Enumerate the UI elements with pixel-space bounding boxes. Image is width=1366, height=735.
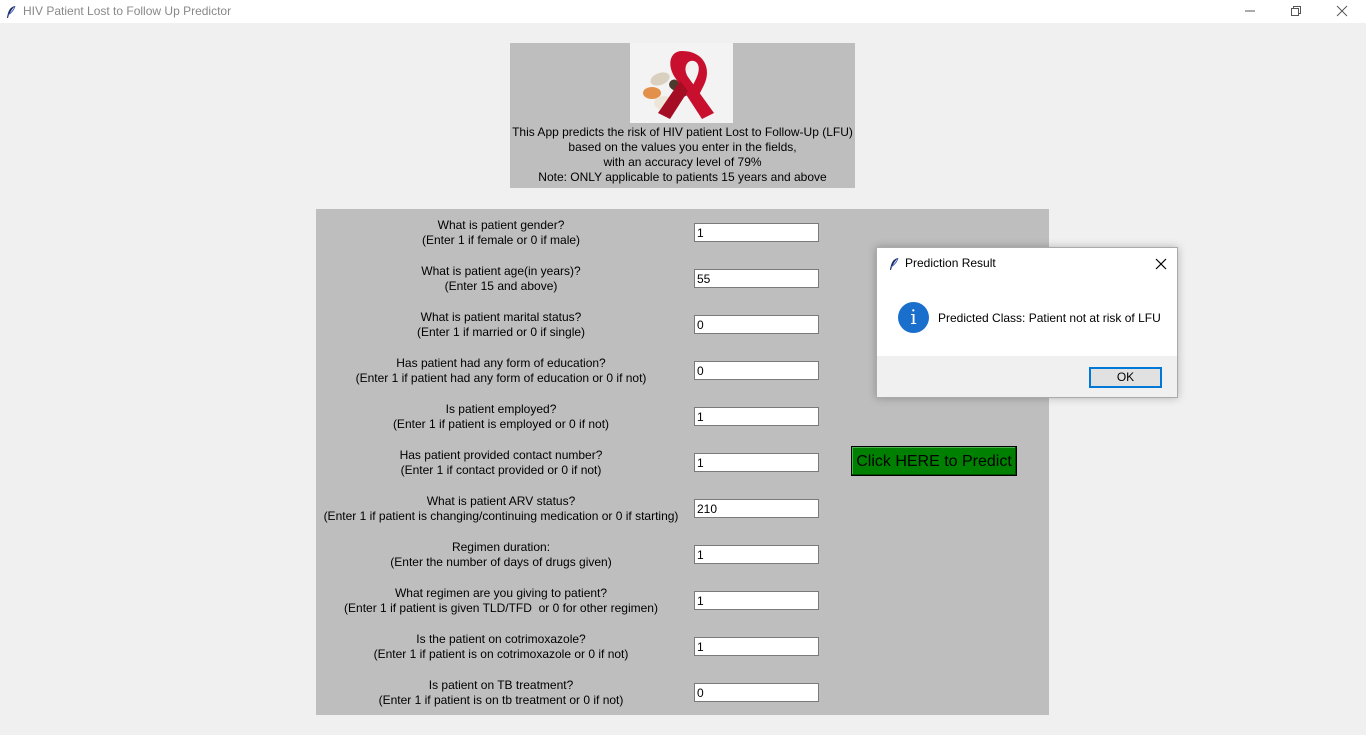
gender-input[interactable] — [694, 223, 819, 242]
question-education-label: Has patient had any form of education? (… — [316, 356, 686, 386]
ok-button[interactable]: OK — [1089, 367, 1162, 388]
regimen-input[interactable] — [694, 591, 819, 610]
regimen-duration-input[interactable] — [694, 545, 819, 564]
minimize-icon — [1245, 10, 1255, 12]
question-cotrimoxazole-label: Is the patient on cotrimoxazole? (Enter … — [316, 632, 686, 662]
question-hint: (Enter 1 if female or 0 if male) — [421, 233, 581, 247]
question-age-label: What is patient age(in years)? (Enter 15… — [316, 264, 686, 294]
arv-status-input[interactable] — [694, 499, 819, 518]
dialog-title: Prediction Result — [905, 256, 996, 270]
question-text: What regimen are you giving to patient? — [394, 586, 608, 600]
question-text: What is patient marital status? — [420, 310, 582, 324]
hiv-ribbon-pills-image — [630, 43, 733, 123]
restore-button[interactable] — [1273, 0, 1319, 23]
predict-button[interactable]: Click HERE to Predict — [851, 446, 1017, 476]
dialog-message: Predicted Class: Patient not at risk of … — [938, 311, 1161, 325]
age-input[interactable] — [694, 269, 819, 288]
header-line: Note: ONLY applicable to patients 15 yea… — [538, 170, 827, 184]
question-hint: (Enter 1 if patient is changing/continui… — [323, 509, 679, 523]
education-input[interactable] — [694, 361, 819, 380]
tb-treatment-input[interactable] — [694, 683, 819, 702]
question-marital-label: What is patient marital status? (Enter 1… — [316, 310, 686, 340]
question-text: Is patient on TB treatment? — [428, 678, 574, 692]
question-hint: (Enter 1 if patient is on tb treatment o… — [378, 693, 624, 707]
question-contact-label: Has patient provided contact number? (En… — [316, 448, 686, 478]
question-hint: (Enter 1 if married or 0 if single) — [416, 325, 586, 339]
question-hint: (Enter 15 and above) — [444, 279, 558, 293]
cotrimoxazole-input[interactable] — [694, 637, 819, 656]
question-hint: (Enter 1 if patient is on cotrimoxazole … — [373, 647, 629, 661]
header-line: based on the values you enter in the fie… — [568, 140, 797, 154]
question-hint: (Enter 1 if contact provided or 0 if not… — [400, 463, 602, 477]
dialog-close-button[interactable] — [1154, 256, 1168, 270]
window-title: HIV Patient Lost to Follow Up Predictor — [23, 4, 232, 18]
info-icon: i — [898, 302, 929, 333]
close-icon — [1155, 258, 1167, 270]
question-hint: (Enter 1 if patient is employed or 0 if … — [392, 417, 610, 431]
question-text: Has patient had any form of education? — [396, 356, 606, 370]
question-tb-label: Is patient on TB treatment? (Enter 1 if … — [316, 678, 686, 708]
restore-icon — [1291, 6, 1301, 16]
header-line: with an accuracy level of 79% — [603, 155, 762, 169]
prediction-result-dialog: Prediction Result i Predicted Class: Pat… — [876, 247, 1178, 398]
question-arv-label: What is patient ARV status? (Enter 1 if … — [316, 494, 686, 524]
marital-status-input[interactable] — [694, 315, 819, 334]
close-button[interactable] — [1319, 0, 1365, 23]
question-text: What is patient age(in years)? — [421, 264, 581, 278]
question-text: What is patient ARV status? — [426, 494, 576, 508]
question-text: What is patient gender? — [437, 218, 565, 232]
window-titlebar: HIV Patient Lost to Follow Up Predictor — [0, 0, 1366, 23]
question-hint: (Enter 1 if patient had any form of educ… — [355, 371, 647, 385]
header-panel: This App predicts the risk of HIV patien… — [510, 43, 855, 188]
feather-icon — [5, 4, 17, 23]
question-text: Has patient provided contact number? — [399, 448, 603, 462]
question-regimen-label: What regimen are you giving to patient? … — [316, 586, 686, 616]
close-icon — [1336, 5, 1348, 17]
question-hint: (Enter 1 if patient is given TLD/TFD or … — [344, 601, 658, 615]
header-description: This App predicts the risk of HIV patien… — [510, 125, 855, 185]
minimize-button[interactable] — [1227, 0, 1273, 23]
question-gender-label: What is patient gender? (Enter 1 if fema… — [316, 218, 686, 248]
question-regimen-duration-label: Regimen duration: (Enter the number of d… — [316, 540, 686, 570]
employed-input[interactable] — [694, 407, 819, 426]
feather-icon — [888, 256, 900, 275]
contact-input[interactable] — [694, 453, 819, 472]
header-line: This App predicts the risk of HIV patien… — [512, 125, 853, 139]
question-employed-label: Is patient employed? (Enter 1 if patient… — [316, 402, 686, 432]
dialog-footer: OK — [877, 356, 1177, 397]
question-text: Regimen duration: — [451, 540, 551, 554]
question-text: Is patient employed? — [445, 402, 557, 416]
question-hint: (Enter the number of days of drugs given… — [390, 555, 612, 569]
question-text: Is the patient on cotrimoxazole? — [416, 632, 586, 646]
